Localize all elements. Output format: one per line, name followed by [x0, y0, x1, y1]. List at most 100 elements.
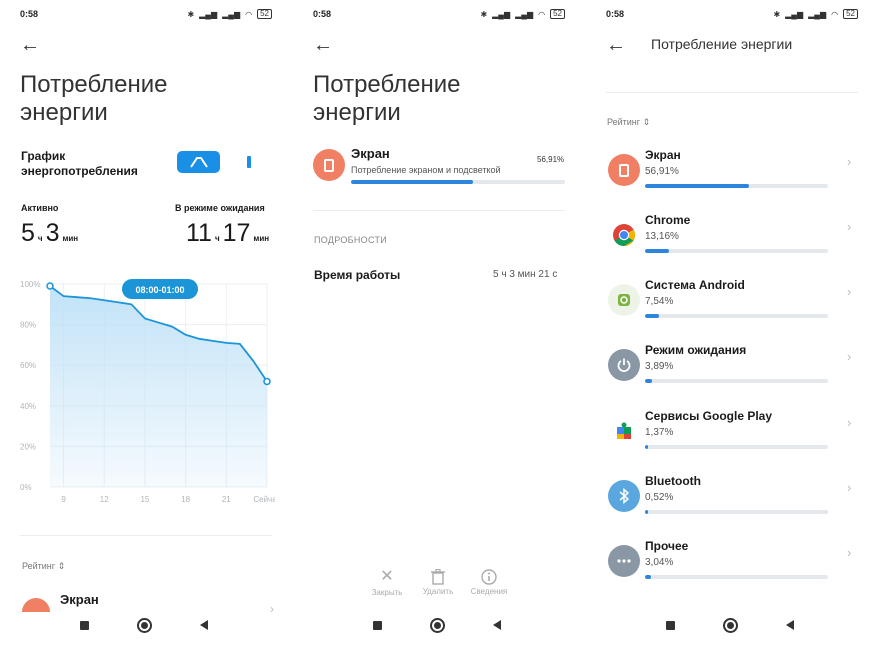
usage-bar-fill — [645, 184, 750, 188]
signal-icon-2: ▂▄▆ — [808, 9, 827, 19]
bluetooth-status-icon: ✱ — [480, 9, 488, 19]
more-icon — [608, 545, 640, 577]
chart-start-point — [46, 282, 54, 290]
info-label: Сведения — [470, 587, 508, 596]
usage-bar — [645, 314, 828, 318]
home-button[interactable] — [430, 618, 445, 633]
close-icon: ✕ — [380, 568, 394, 585]
wifi-icon: ◠ — [831, 9, 839, 19]
x-tick-label: 21 — [222, 495, 231, 504]
rating-sort[interactable]: Рейтинг ⇕ — [607, 117, 650, 128]
divider — [20, 535, 272, 536]
chevron-right-icon: › — [847, 480, 852, 495]
app-percent: 13,16% — [645, 231, 679, 242]
app-percent: 7,54% — [645, 296, 674, 307]
signal-icon: ▂▄▆ — [785, 9, 804, 19]
back-button[interactable]: ← — [606, 34, 630, 56]
app-name: Экран — [645, 148, 681, 162]
delete-button[interactable]: Удалить — [413, 568, 463, 596]
active-value: 5 ч 3 мин — [21, 219, 81, 253]
list-item-name[interactable]: Экран — [60, 592, 99, 607]
status-bar: 0:58 ✱ ▂▄▆ ▂▄▆ ◠ 52 — [20, 9, 272, 21]
app-percent: 0,52% — [645, 492, 674, 503]
app-percent: 56,91% — [645, 166, 679, 177]
nav-bar — [0, 612, 292, 647]
list-item[interactable]: Система Android 7,54% › — [586, 278, 877, 342]
nav-bar — [293, 612, 585, 647]
recents-button[interactable] — [373, 621, 382, 630]
home-button[interactable] — [137, 618, 152, 633]
x-tick-label: 15 — [140, 495, 149, 504]
list-item[interactable]: Экран 56,91% › — [586, 148, 877, 212]
list-item[interactable]: Режим ожидания 3,89% › — [586, 343, 877, 407]
details-caption: ПОДРОБНОСТИ — [314, 235, 388, 245]
info-button[interactable]: Сведения — [464, 568, 514, 596]
battery-icon: 52 — [550, 9, 565, 19]
status-icons: ✱ ▂▄▆ ▂▄▆ ◠ 52 — [480, 9, 565, 19]
android-gear-icon — [608, 284, 640, 316]
y-tick-label: 40% — [20, 402, 36, 411]
status-icons: ✱ ▂▄▆ ▂▄▆ ◠ 52 — [773, 9, 858, 19]
trash-icon — [413, 569, 463, 585]
signal-icon-2: ▂▄▆ — [222, 9, 241, 19]
list-item[interactable]: Сервисы Google Play 1,37% › — [586, 409, 877, 473]
app-percent: 3,04% — [645, 557, 674, 568]
y-tick-label: 20% — [20, 442, 36, 451]
active-label: Активно — [21, 203, 59, 213]
back-nav-button[interactable] — [786, 620, 794, 630]
status-time: 0:58 — [313, 9, 332, 19]
standby-label: В режиме ожидания — [175, 203, 265, 213]
usage-bar — [645, 575, 828, 579]
dots-glyph — [617, 559, 631, 563]
info-icon — [464, 569, 514, 585]
app-percent: 56,91% — [537, 155, 565, 164]
screen-glyph — [324, 158, 334, 172]
battery-chart[interactable]: 100% 80% 60% 40% 20% 0% 9 12 15 18 21 Сейчас 08:00-0… — [20, 270, 281, 515]
app-name: Экран — [351, 146, 390, 161]
standby-value: 11 ч 17 мин — [186, 219, 272, 253]
status-bar: 0:58 ✱ ▂▄▆ ▂▄▆ ◠ 52 — [606, 9, 858, 21]
app-subtitle: Потребление экраном и подсветкой — [351, 165, 501, 175]
line-chart-toggle[interactable] — [177, 151, 220, 173]
back-nav-button[interactable] — [200, 620, 208, 630]
puzzle-icon — [608, 415, 640, 447]
y-tick-label: 100% — [20, 280, 40, 289]
back-nav-button[interactable] — [493, 620, 501, 630]
chevron-right-icon: › — [847, 415, 852, 430]
y-tick-label: 0% — [20, 483, 32, 492]
home-button[interactable] — [723, 618, 738, 633]
page-title: Потребление энергии — [20, 71, 168, 126]
runtime-label: Время работы — [314, 268, 401, 282]
recents-button[interactable] — [666, 621, 675, 630]
back-button[interactable]: ← — [20, 34, 44, 56]
close-button[interactable]: ✕ Закрыть — [362, 568, 412, 597]
usage-bar-fill — [645, 249, 670, 253]
bluetooth-status-icon: ✱ — [187, 9, 195, 19]
unit-minutes: мин — [62, 234, 79, 243]
recents-button[interactable] — [80, 621, 89, 630]
usage-bar-fill — [645, 575, 651, 579]
usage-bar-fill — [351, 180, 473, 184]
list-item[interactable]: Bluetooth 0,52% › — [586, 474, 877, 538]
usage-bar-fill — [645, 379, 653, 383]
wifi-icon: ◠ — [538, 9, 546, 19]
delete-label: Удалить — [422, 587, 454, 596]
back-button[interactable]: ← — [313, 34, 337, 56]
usage-bar — [645, 379, 828, 383]
app-name: Прочее — [645, 539, 689, 553]
chevron-right-icon: › — [847, 545, 852, 560]
app-detail-screen: 0:58 ✱ ▂▄▆ ▂▄▆ ◠ 52 ← Потребление энерги… — [293, 0, 585, 647]
list-item[interactable]: Прочее 3,04% › — [586, 539, 877, 603]
bar-chart-toggle[interactable] — [236, 151, 262, 173]
sort-icon: ⇕ — [642, 117, 651, 127]
rating-sort[interactable]: Рейтинг ⇕ — [22, 561, 65, 572]
x-tick-label: 18 — [181, 495, 190, 504]
app-name: Режим ожидания — [645, 343, 747, 357]
chart-label: График энергопотребления — [21, 149, 138, 178]
status-icons: ✱ ▂▄▆ ▂▄▆ ◠ 52 — [187, 9, 272, 19]
usage-bar-fill — [645, 510, 648, 514]
list-item[interactable]: Chrome 13,16% › — [586, 213, 877, 277]
app-name: Bluetooth — [645, 474, 701, 488]
screen-icon — [313, 149, 345, 181]
app-name: Система Android — [645, 278, 745, 292]
